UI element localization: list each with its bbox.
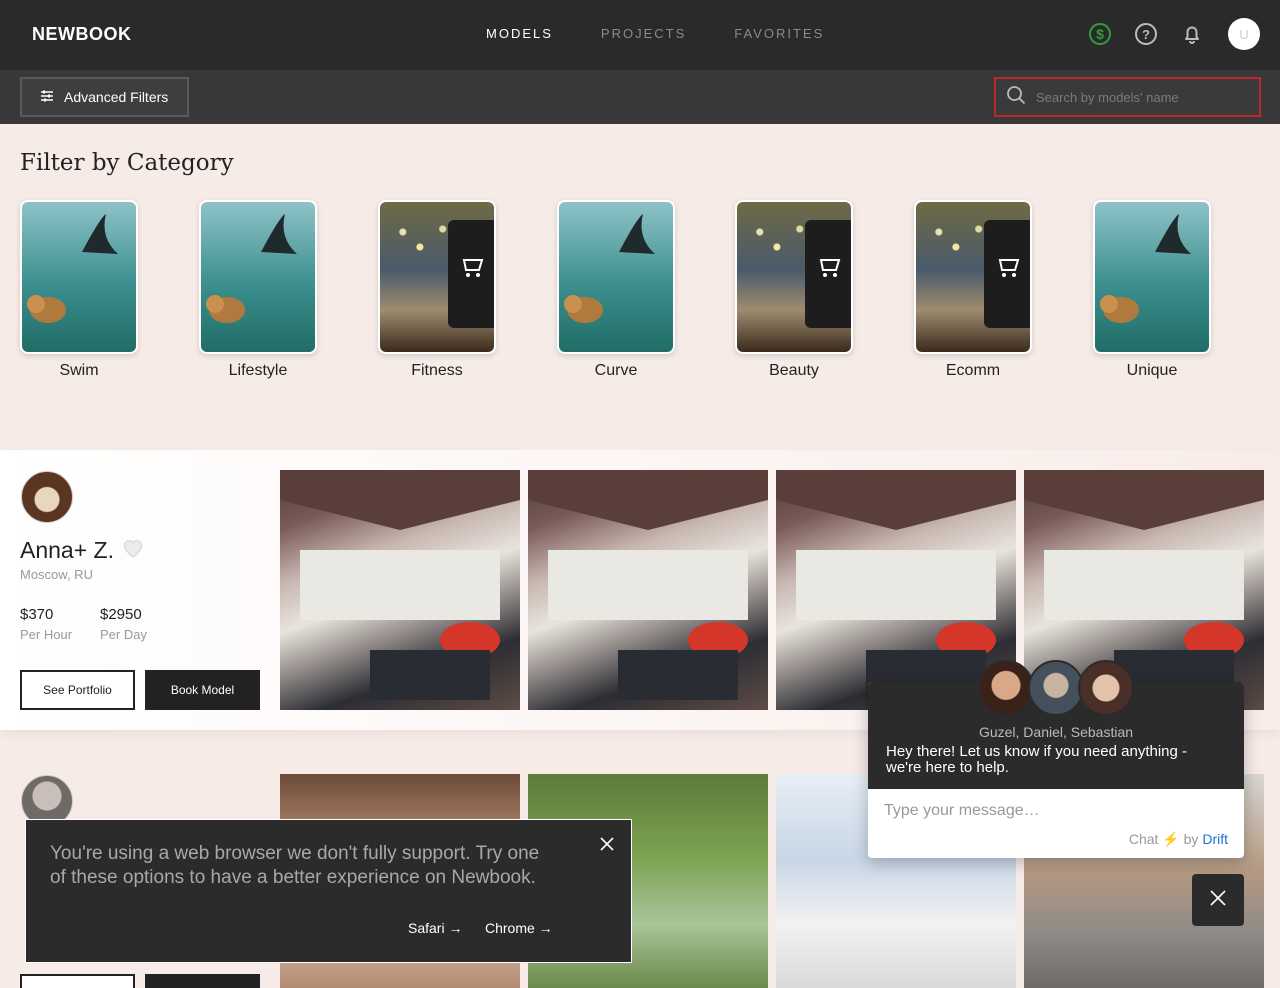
chat-branding[interactable]: Chat ⚡ by Drift [1129, 831, 1228, 848]
nav-icon-group: $ ? U [1088, 18, 1260, 50]
category-fitness[interactable]: Fitness [378, 200, 496, 380]
category-label: Ecomm [945, 362, 1001, 379]
user-avatar[interactable]: U [1228, 18, 1260, 50]
category-label: Fitness [411, 362, 463, 379]
svg-text:$: $ [1096, 26, 1104, 42]
sliders-icon [40, 89, 54, 106]
book-model-button[interactable]: Book Model [145, 670, 260, 710]
category-lifestyle[interactable]: Lifestyle [199, 200, 317, 380]
category-thumbnail [914, 200, 1032, 354]
category-label: Unique [1126, 362, 1178, 379]
tab-projects[interactable]: PROJECTS [601, 26, 686, 41]
svg-text:?: ? [1142, 27, 1150, 42]
price-per-day: $2950 Per Day [100, 606, 147, 642]
dollar-icon[interactable]: $ [1088, 22, 1112, 46]
category-unique[interactable]: Unique [1093, 200, 1211, 380]
model-name[interactable]: Anna+ Z. [20, 537, 114, 564]
top-navigation: NEWBOOK MODELS PROJECTS FAVORITES $ ? U [0, 0, 1280, 70]
see-portfolio-button[interactable] [20, 974, 135, 988]
day-price-label: Per Day [100, 627, 147, 642]
agent-avatar [1078, 660, 1134, 716]
chat-close-button[interactable] [1192, 874, 1244, 926]
category-thumbnail [557, 200, 675, 354]
category-thumbnail [735, 200, 853, 354]
search-icon [1006, 85, 1026, 110]
tab-models[interactable]: MODELS [486, 26, 553, 41]
filter-bar: Advanced Filters [0, 70, 1280, 124]
day-price-value: $2950 [100, 606, 142, 623]
see-portfolio-button[interactable]: See Portfolio [20, 670, 135, 710]
model-avatar[interactable] [21, 471, 73, 523]
close-icon[interactable] [599, 836, 615, 857]
agent-avatar [978, 660, 1034, 716]
category-label: Beauty [769, 362, 819, 379]
category-thumbnail [20, 200, 138, 354]
bell-icon[interactable] [1180, 22, 1204, 46]
agent-avatar [1028, 660, 1084, 716]
chat-message-input[interactable] [884, 802, 1184, 820]
chat-agent-names: Guzel, Daniel, Sebastian [978, 724, 1134, 740]
category-swim[interactable]: Swim [20, 200, 138, 380]
chat-agent-avatars [868, 660, 1244, 716]
search-box [994, 77, 1261, 117]
category-beauty[interactable]: Beauty [735, 200, 853, 380]
price-per-hour: $370 Per Hour [20, 606, 72, 642]
help-icon[interactable]: ? [1134, 22, 1158, 46]
chrome-link[interactable]: Chrome → [485, 920, 553, 936]
category-label: Curve [594, 362, 638, 379]
unsupported-browser-banner: You're using a web browser we don't full… [25, 819, 632, 963]
category-title: Filter by Category [20, 150, 234, 176]
hour-price-label: Per Hour [20, 627, 73, 642]
chat-brand-prefix: Chat ⚡ by [1128, 831, 1203, 847]
advanced-filters-button[interactable]: Advanced Filters [20, 77, 189, 117]
category-ecomm[interactable]: Ecomm [914, 200, 1032, 380]
banner-message: You're using a web browser we don't full… [50, 843, 540, 888]
hour-price-value: $370 [20, 606, 54, 623]
category-thumbnail [378, 200, 496, 354]
newbook-logo[interactable]: NEWBOOK [32, 24, 132, 45]
category-label: Swim [59, 362, 99, 379]
category-thumbnail [199, 200, 317, 354]
portfolio-photo[interactable] [528, 470, 768, 710]
advanced-filters-label: Advanced Filters [64, 89, 169, 105]
nav-tabs: MODELS PROJECTS FAVORITES [486, 26, 824, 41]
search-input[interactable] [1036, 89, 1246, 105]
tab-favorites[interactable]: FAVORITES [734, 26, 824, 41]
category-label: Lifestyle [228, 362, 288, 379]
close-icon [1208, 888, 1228, 913]
category-curve[interactable]: Curve [557, 200, 675, 380]
heart-icon[interactable] [122, 539, 144, 564]
safari-link[interactable]: Safari → [408, 920, 462, 936]
model-location: Moscow, RU [20, 567, 93, 582]
book-model-button[interactable] [145, 974, 260, 988]
category-thumbnail [1093, 200, 1211, 354]
portfolio-photo[interactable] [280, 470, 520, 710]
chat-welcome-message: Hey there! Let us know if you need anyth… [886, 743, 1188, 776]
drift-link[interactable]: Drift [1202, 831, 1228, 847]
